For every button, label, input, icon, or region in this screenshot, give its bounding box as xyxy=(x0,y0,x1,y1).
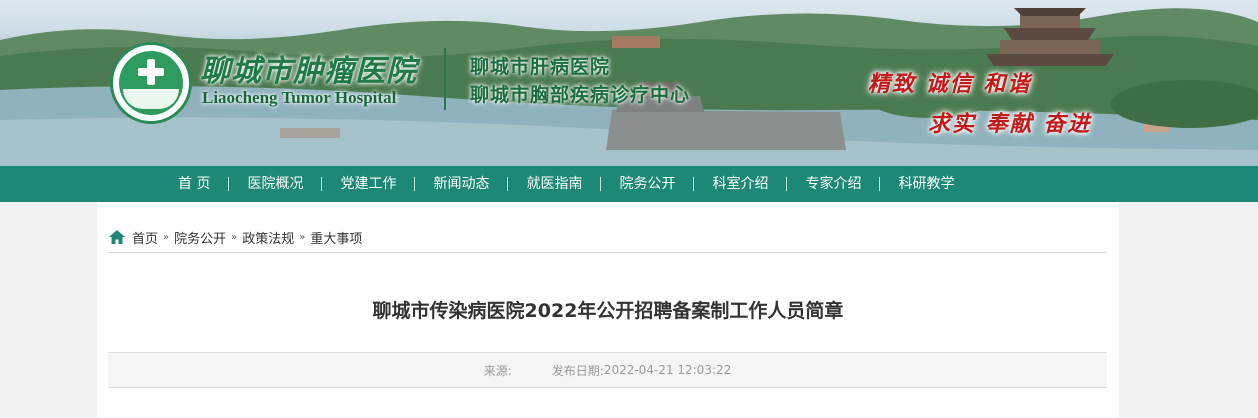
breadcrumb-separator: » xyxy=(163,231,170,243)
breadcrumb-divider xyxy=(108,252,1107,253)
nav-item-home[interactable]: 首 页 xyxy=(160,166,228,202)
slogan-line-2: 求实 奉献 奋进 xyxy=(928,112,1092,137)
medical-cross-icon xyxy=(138,59,164,85)
header-banner: 聊城市肿瘤医院 Liaocheng Tumor Hospital 聊城市肝病医院… xyxy=(0,0,1258,166)
nav-items: 首 页 医院概况 党建工作 新闻动态 就医指南 院务公开 科室介绍 专家介绍 科… xyxy=(160,166,972,202)
article-title: 聊城市传染病医院2022年公开招聘备案制工作人员简章 xyxy=(372,300,844,322)
sub-name-chest-center: 聊城市胸部疾病诊疗中心 xyxy=(470,84,691,106)
nav-item-about[interactable]: 医院概况 xyxy=(229,166,321,202)
content-panel: 首页 » 院务公开 » 政策法规 » 重大事项 聊城市传染病医院2022年公开招… xyxy=(97,202,1119,418)
nav-item-party[interactable]: 党建工作 xyxy=(322,166,414,202)
slogan-line-1: 精致 诚信 和谐 xyxy=(868,72,1032,97)
breadcrumb-separator: » xyxy=(231,231,238,243)
nav-item-news[interactable]: 新闻动态 xyxy=(415,166,507,202)
article-source-label: 来源: xyxy=(483,363,512,378)
hospital-name-cn: 聊城市肿瘤医院 xyxy=(200,54,417,89)
main-nav: 首 页 医院概况 党建工作 新闻动态 就医指南 院务公开 科室介绍 专家介绍 科… xyxy=(0,166,1258,202)
hospital-name-en: Liaocheng Tumor Hospital xyxy=(202,88,397,107)
article-date-label: 发布日期: xyxy=(551,363,604,378)
breadcrumb-home[interactable]: 首页 xyxy=(132,228,158,247)
breadcrumb-affairs[interactable]: 院务公开 xyxy=(174,228,226,247)
header-divider xyxy=(444,48,446,110)
breadcrumb: 首页 » 院务公开 » 政策法规 » 重大事项 xyxy=(108,228,362,247)
breadcrumb-policy[interactable]: 政策法规 xyxy=(242,228,294,247)
sub-name-liver-hospital: 聊城市肝病医院 xyxy=(470,56,611,78)
nav-item-departments[interactable]: 科室介绍 xyxy=(694,166,786,202)
hospital-logo-icon[interactable] xyxy=(110,42,192,124)
article-meta-bar: 来源: 发布日期: 2022-04-21 12:03:22 xyxy=(108,352,1107,388)
nav-item-affairs[interactable]: 院务公开 xyxy=(601,166,693,202)
nav-item-guide[interactable]: 就医指南 xyxy=(508,166,600,202)
nav-item-research[interactable]: 科研教学 xyxy=(880,166,972,202)
breadcrumb-separator: » xyxy=(299,231,306,243)
article-date-value: 2022-04-21 12:03:22 xyxy=(603,363,732,377)
home-icon[interactable] xyxy=(108,229,126,245)
nav-item-experts[interactable]: 专家介绍 xyxy=(787,166,879,202)
breadcrumb-major-events[interactable]: 重大事项 xyxy=(310,228,362,247)
